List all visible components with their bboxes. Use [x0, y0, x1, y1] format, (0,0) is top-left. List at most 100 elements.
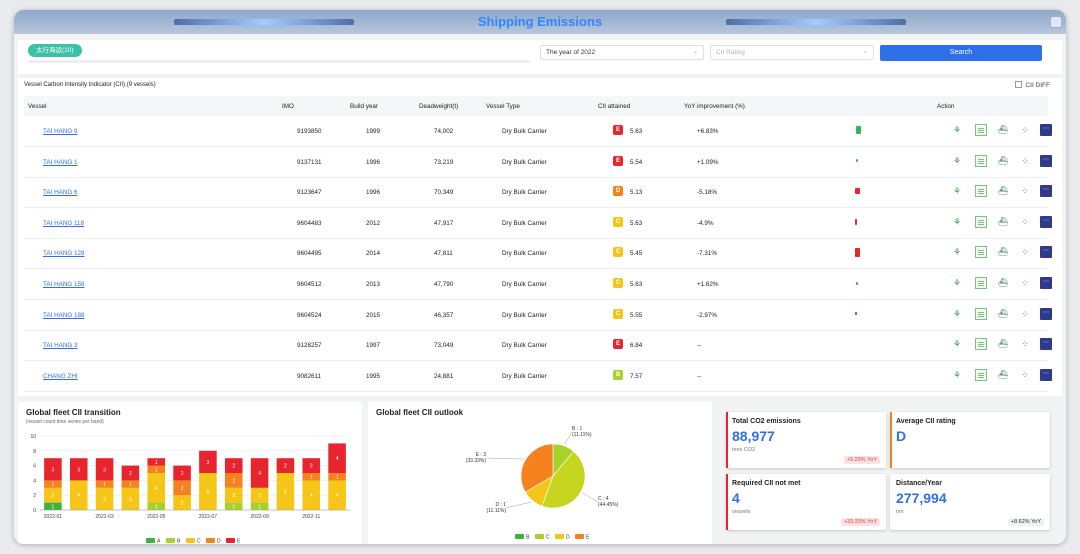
legend-label: E — [586, 535, 590, 541]
report-icon[interactable] — [975, 185, 987, 198]
vessel-link[interactable]: TAI HANG 188 — [43, 312, 85, 319]
legend-swatch[interactable] — [575, 534, 584, 539]
dots-icon[interactable]: ⁘ — [1019, 155, 1031, 167]
legend-swatch[interactable] — [555, 534, 564, 539]
ship-icon[interactable]: ⛴ — [997, 216, 1009, 228]
more-icon[interactable]: ⋯ — [1040, 124, 1052, 136]
deadweight-cell: 73,049 — [434, 342, 454, 350]
footprint-icon[interactable]: ⚘ — [951, 216, 963, 228]
bar-value-label: 1 — [129, 482, 132, 488]
ship-icon[interactable]: ⛴ — [997, 155, 1009, 167]
cii-diff-checkbox[interactable]: CII DIFF — [1015, 81, 1050, 89]
app-window: Shipping Emissions 太行海运(10) The year of … — [14, 10, 1066, 544]
more-icon[interactable]: ⋯ — [1040, 368, 1052, 381]
year-select[interactable]: The year of 2022 ⌄ — [540, 45, 704, 60]
col-yoy[interactable]: YoY improvement (%) — [684, 103, 745, 110]
dots-icon[interactable]: ⁘ — [1019, 246, 1031, 258]
ship-icon[interactable]: ⛴ — [997, 246, 1009, 258]
col-imo[interactable]: IMO — [282, 103, 294, 110]
vessel-link[interactable]: TAI HANG 9 — [43, 128, 78, 135]
dots-icon[interactable]: ⁘ — [1019, 338, 1031, 350]
ship-icon[interactable]: ⛴ — [997, 338, 1009, 350]
col-build-year[interactable]: Build year — [350, 103, 378, 110]
pie-leader-line — [582, 492, 599, 503]
legend-swatch[interactable] — [166, 538, 175, 543]
legend-swatch[interactable] — [226, 538, 235, 543]
dots-icon[interactable]: ⁘ — [1019, 369, 1031, 381]
col-cii[interactable]: CII attained — [598, 103, 630, 110]
footprint-icon[interactable]: ⚘ — [951, 155, 963, 167]
more-icon[interactable]: ⋯ — [1040, 185, 1052, 198]
vessel-link[interactable]: TAI HANG 6 — [43, 189, 78, 196]
col-vessel[interactable]: Vessel — [28, 103, 47, 110]
col-vessel-type[interactable]: Vessel Type — [486, 103, 520, 110]
report-icon[interactable] — [975, 307, 987, 320]
footprint-icon[interactable]: ⚘ — [951, 185, 963, 197]
footprint-icon[interactable]: ⚘ — [951, 308, 963, 320]
cii-value-cell: 6.84 — [630, 342, 643, 350]
bar-value-label: 3 — [129, 497, 132, 503]
report-icon[interactable] — [975, 215, 987, 228]
footprint-icon[interactable]: ⚘ — [951, 124, 963, 136]
vessel-link[interactable]: TAI HANG 128 — [43, 250, 85, 257]
vessel-link[interactable]: TAI HANG 158 — [43, 281, 85, 288]
cii-rating-placeholder: CII Rating — [716, 49, 745, 56]
footprint-icon[interactable]: ⚘ — [951, 246, 963, 258]
vessel-link[interactable]: TAI HANG 118 — [43, 220, 84, 227]
more-icon[interactable]: ⋯ — [1040, 215, 1052, 228]
imo-cell: 9128257 — [297, 342, 322, 350]
legend-swatch[interactable] — [535, 534, 544, 539]
bar-value-label: 3 — [103, 467, 106, 473]
vessel-type-cell: Dry Bulk Carrier — [502, 250, 547, 258]
build-year-cell: 2015 — [366, 311, 381, 319]
legend-swatch[interactable] — [146, 538, 155, 543]
legend-swatch[interactable] — [206, 538, 215, 543]
bar-value-label: 2 — [310, 464, 313, 470]
report-icon[interactable] — [975, 277, 987, 289]
dots-icon[interactable]: ⁘ — [1019, 124, 1031, 136]
ship-icon[interactable]: ⛴ — [997, 124, 1009, 136]
ship-icon[interactable]: ⛴ — [997, 185, 1009, 197]
vessel-link[interactable]: TAI HANG 1 — [43, 159, 78, 166]
yoy-bar — [855, 187, 860, 195]
window-control-icon[interactable] — [1050, 16, 1062, 28]
legend-swatch[interactable] — [186, 538, 195, 543]
more-icon[interactable]: ⋯ — [1040, 246, 1052, 259]
footprint-icon[interactable]: ⚘ — [951, 338, 963, 350]
footprint-icon[interactable]: ⚘ — [951, 277, 963, 289]
bar-value-label: 3 — [103, 497, 106, 503]
search-button[interactable]: Search — [880, 45, 1042, 61]
footprint-icon[interactable]: ⚘ — [951, 369, 963, 381]
x-tick-label: 2022-11 — [302, 514, 320, 520]
more-icon[interactable]: ⋯ — [1040, 338, 1052, 351]
more-icon[interactable]: ⋯ — [1040, 154, 1052, 167]
kpi-co2-unit: tons CO2 — [732, 447, 756, 453]
vessel-link[interactable]: TAI HANG 3 — [43, 342, 78, 349]
vessel-table-card: Vessel Carbon Intensity Indicator (CII) … — [18, 78, 1062, 396]
dots-icon[interactable]: ⁘ — [1019, 185, 1031, 197]
legend-label: D — [217, 539, 221, 545]
imo-cell: 9604495 — [297, 250, 322, 258]
y-tick-label: 8 — [33, 449, 36, 455]
cii-rating-select[interactable]: CII Rating ⌄ — [710, 45, 874, 60]
more-icon[interactable]: ⋯ — [1040, 277, 1052, 289]
report-icon[interactable] — [975, 246, 987, 259]
col-deadweight[interactable]: Deadweight(t) — [419, 103, 458, 110]
dots-icon[interactable]: ⁘ — [1019, 216, 1031, 228]
ship-icon[interactable]: ⛴ — [997, 369, 1009, 381]
legend-swatch[interactable] — [515, 534, 524, 539]
dots-icon[interactable]: ⁘ — [1019, 308, 1031, 320]
ship-icon[interactable]: ⛴ — [997, 308, 1009, 320]
report-icon[interactable] — [975, 368, 987, 381]
company-tag[interactable]: 太行海运(10) — [28, 44, 82, 57]
report-icon[interactable] — [975, 154, 987, 167]
bar-value-label: 1 — [155, 467, 158, 473]
more-icon[interactable]: ⋯ — [1040, 307, 1052, 320]
vessel-link[interactable]: CHANG ZHI — [43, 373, 78, 380]
chevron-down-icon: ⌄ — [692, 49, 698, 55]
ship-icon[interactable]: ⛴ — [997, 277, 1009, 289]
dots-icon[interactable]: ⁘ — [1019, 277, 1031, 289]
report-icon[interactable] — [975, 338, 987, 351]
report-icon[interactable] — [975, 124, 987, 136]
deadweight-cell: 47,917 — [434, 219, 454, 227]
